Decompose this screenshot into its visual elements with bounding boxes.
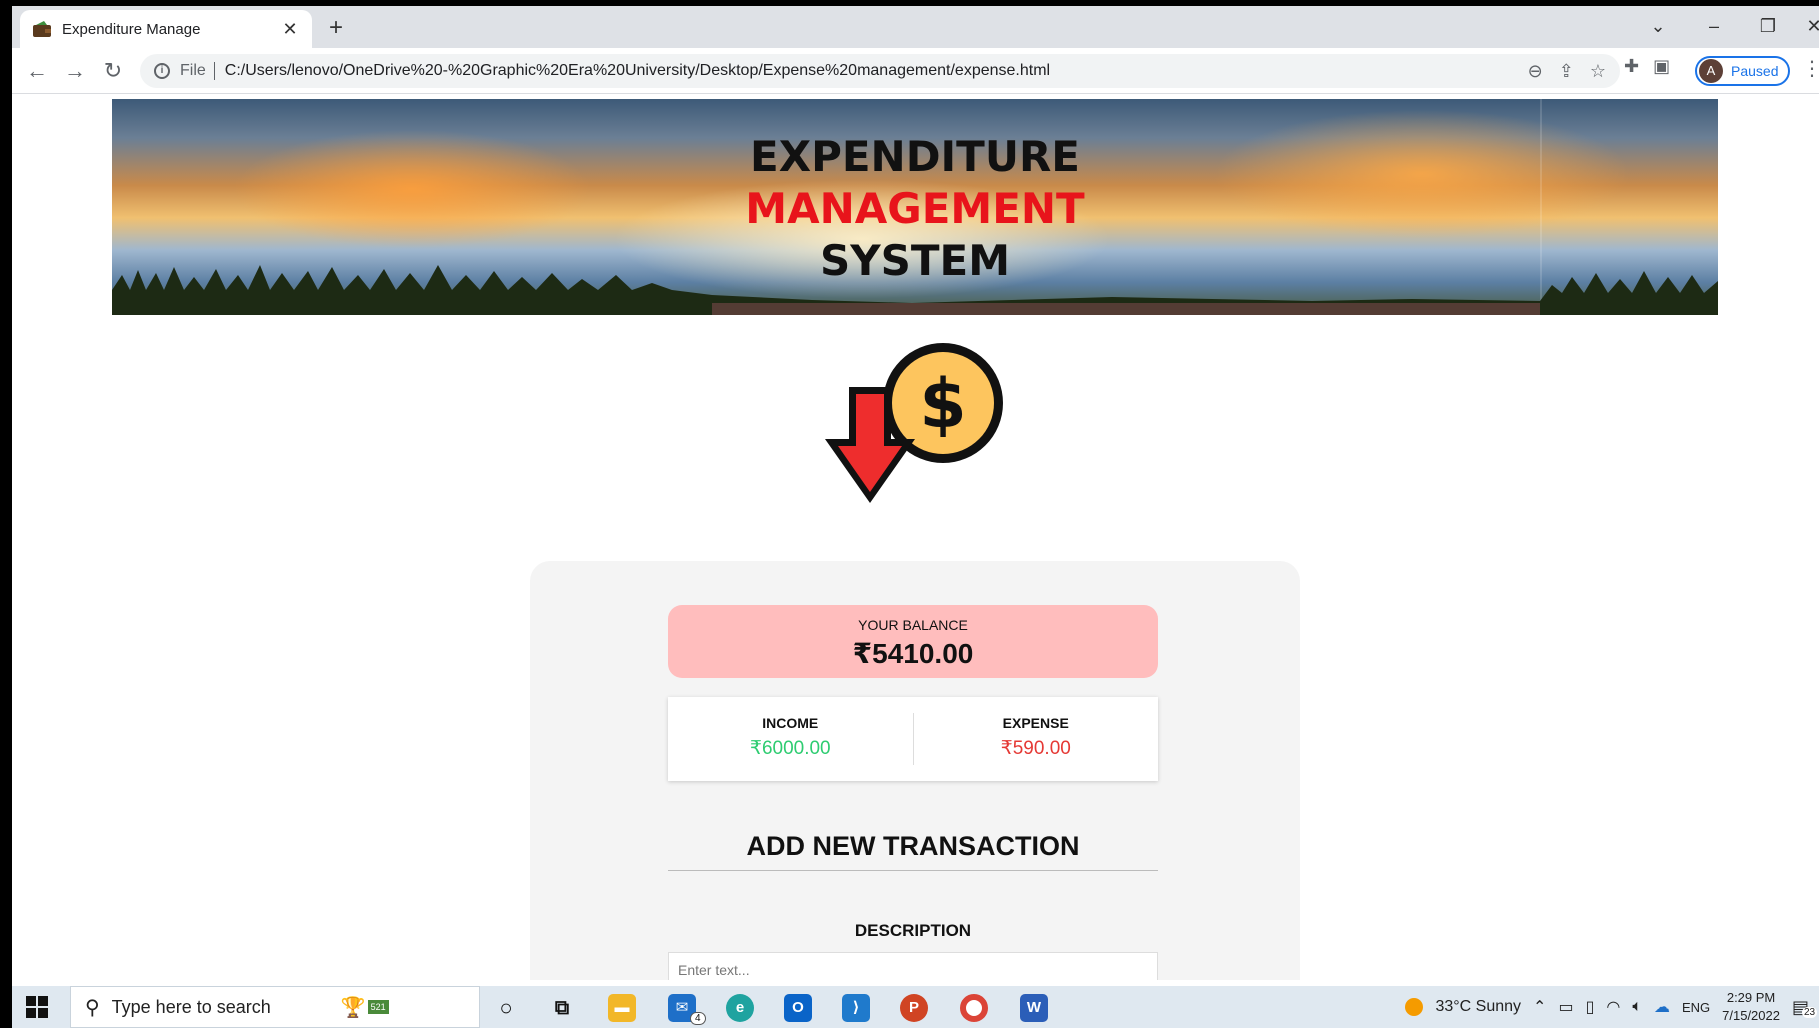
new-tab-icon[interactable]: + xyxy=(322,14,350,42)
forward-icon[interactable]: → xyxy=(60,56,90,86)
onedrive-cloud-icon[interactable]: ☁ xyxy=(1654,997,1670,1017)
avatar: A xyxy=(1699,59,1723,83)
restore-icon[interactable]: ❐ xyxy=(1748,12,1788,40)
menu-kebab-icon[interactable]: ⋮ xyxy=(1802,56,1819,81)
cortana-highlight-badge: 521 xyxy=(367,1000,389,1014)
add-transaction-heading: ADD NEW TRANSACTION xyxy=(668,831,1158,871)
weather-text[interactable]: 33°C Sunny xyxy=(1435,998,1521,1016)
clock-date: 7/15/2022 xyxy=(1722,1008,1780,1023)
bookmark-star-icon[interactable]: ☆ xyxy=(1590,61,1606,82)
description-input[interactable] xyxy=(668,952,1158,980)
task-view-icon[interactable]: ⧉ xyxy=(548,994,576,1022)
extensions-puzzle-icon[interactable]: ✚ xyxy=(1624,56,1639,77)
battery-icon[interactable]: ▭ xyxy=(1558,997,1573,1017)
browser-toolbar: ← → ↻ i File C:/Users/lenovo/OneDrive%20… xyxy=(12,48,1819,94)
windows-start-icon[interactable] xyxy=(26,996,48,1018)
volume-icon[interactable]: 🔈︎ xyxy=(1632,998,1642,1016)
extension-icons: ✚ ▣ xyxy=(1624,56,1670,77)
balance-label: YOUR BALANCE xyxy=(858,617,968,633)
site-title: EXPENDITURE MANAGEMENT SYSTEM xyxy=(112,131,1718,287)
income-expense-summary: INCOME ₹6000.00 EXPENSE ₹590.00 xyxy=(668,697,1158,781)
info-icon[interactable]: i xyxy=(154,63,170,79)
tab-search-icon[interactable]: ⌄ xyxy=(1638,12,1678,40)
title-line-1: EXPENDITURE xyxy=(750,132,1080,181)
weather-sun-icon xyxy=(1405,998,1424,1016)
chevron-up-icon[interactable]: ⌃ xyxy=(1533,997,1546,1017)
share-icon[interactable]: ⇪ xyxy=(1559,61,1574,82)
profile-status: Paused xyxy=(1731,63,1779,79)
income-label: INCOME xyxy=(762,715,819,731)
windows-taskbar: ⚲ Type here to search 🏆 521 ○ ⧉ ▬ ✉ 4 e … xyxy=(12,986,1819,1028)
outlook-icon[interactable]: O xyxy=(784,994,812,1022)
expense-value: ₹590.00 xyxy=(1000,738,1071,759)
edge-icon[interactable]: e xyxy=(726,994,754,1022)
description-label: DESCRIPTION xyxy=(854,921,972,940)
web-page: EXPENDITURE MANAGEMENT SYSTEM $ YOUR BAL… xyxy=(12,95,1819,980)
close-window-icon[interactable]: ✕ xyxy=(1794,12,1819,40)
zoom-icon[interactable]: ⊖ xyxy=(1528,61,1543,82)
clock-time: 2:29 PM xyxy=(1726,990,1776,1005)
trophy-icon: 🏆 xyxy=(340,996,366,1019)
title-line-2: MANAGEMENT xyxy=(745,184,1085,233)
transaction-card: YOUR BALANCE ₹5410.00 INCOME ₹6000.00 EX… xyxy=(530,561,1300,980)
wallet-icon xyxy=(32,20,52,38)
header-banner: EXPENDITURE MANAGEMENT SYSTEM xyxy=(112,99,1718,315)
address-separator xyxy=(213,62,215,80)
notification-icon[interactable]: ▤ 23 xyxy=(1792,997,1818,1018)
cortana-circle-icon[interactable]: ○ xyxy=(492,994,520,1022)
word-icon[interactable]: W xyxy=(1020,994,1048,1022)
url-text[interactable]: C:/Users/lenovo/OneDrive%20-%20Graphic%2… xyxy=(225,62,1050,80)
browser-tab[interactable]: Expenditure Manage ✕ xyxy=(20,10,312,48)
tab-strip: Expenditure Manage ✕ + ⌄ – ❐ ✕ xyxy=(12,6,1819,48)
balance-amount: ₹5410.00 xyxy=(852,638,974,669)
screen: Expenditure Manage ✕ + ⌄ – ❐ ✕ ← → ↻ i F… xyxy=(12,6,1819,1028)
meet-now-icon[interactable]: ▯ xyxy=(1586,997,1595,1017)
expense-column: EXPENSE ₹590.00 xyxy=(914,713,1159,765)
taskbar-search-box[interactable]: ⚲ Type here to search 🏆 521 xyxy=(70,986,480,1028)
language-indicator[interactable]: ENG xyxy=(1682,1000,1710,1015)
expense-label: EXPENSE xyxy=(1002,715,1069,731)
address-prefix: File xyxy=(180,62,206,79)
svg-text:$: $ xyxy=(919,365,966,444)
expense-down-arrow-dollar-icon: $ xyxy=(825,343,1003,503)
close-tab-icon[interactable]: ✕ xyxy=(280,19,300,40)
clock[interactable]: 2:29 PM 7/15/2022 xyxy=(1722,989,1780,1025)
wifi-icon[interactable]: ◠ xyxy=(1606,997,1620,1017)
income-column: INCOME ₹6000.00 xyxy=(668,713,914,765)
file-explorer-icon[interactable]: ▬ xyxy=(608,994,636,1022)
back-icon[interactable]: ← xyxy=(22,56,52,86)
omnibox-actions: ⊖ ⇪ ☆ xyxy=(1528,61,1606,82)
system-tray: 33°C Sunny ⌃ ▭ ▯ ◠ 🔈︎ ☁ ENG 2:29 PM 7/15… xyxy=(1405,986,1818,1028)
minimize-icon[interactable]: – xyxy=(1694,12,1734,40)
tab-title: Expenditure Manage xyxy=(62,20,201,38)
notification-count: 23 xyxy=(1801,1006,1818,1018)
search-icon: ⚲ xyxy=(85,996,100,1019)
profile-button[interactable]: A Paused xyxy=(1695,56,1791,86)
side-panel-icon[interactable]: ▣ xyxy=(1653,56,1670,77)
powerpoint-icon[interactable]: P xyxy=(900,994,928,1022)
taskbar-search-text: Type here to search xyxy=(111,996,271,1017)
title-line-3: SYSTEM xyxy=(819,236,1011,285)
mail-badge: 4 xyxy=(690,1012,706,1025)
address-bar[interactable]: i File C:/Users/lenovo/OneDrive%20-%20Gr… xyxy=(140,54,1620,88)
vscode-icon[interactable]: ⟩ xyxy=(842,994,870,1022)
chrome-icon[interactable] xyxy=(960,994,988,1022)
balance-box: YOUR BALANCE ₹5410.00 xyxy=(668,605,1158,678)
income-value: ₹6000.00 xyxy=(749,738,831,759)
reload-icon[interactable]: ↻ xyxy=(98,56,128,86)
